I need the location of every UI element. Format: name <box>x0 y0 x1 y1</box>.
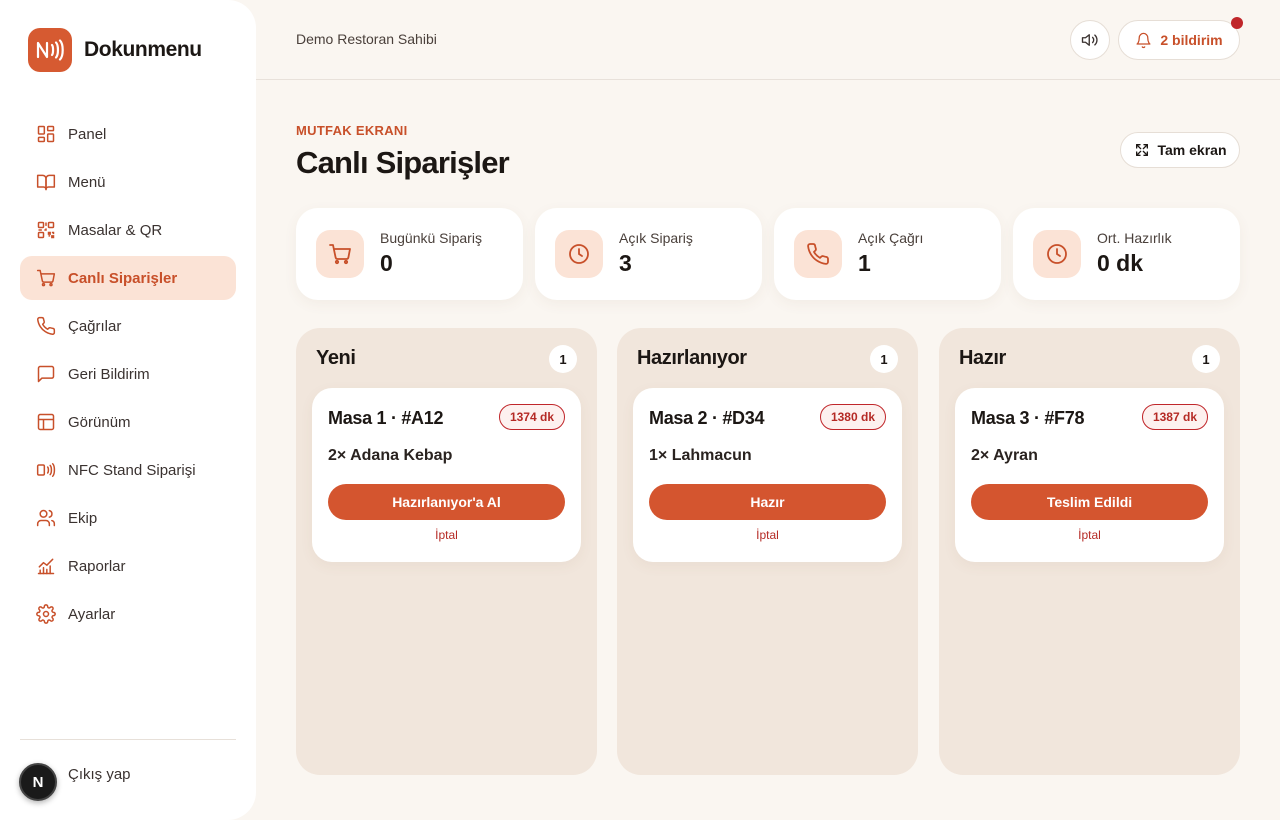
book-icon <box>36 174 56 191</box>
sidebar-item-label: Raporlar <box>68 557 126 575</box>
sidebar-divider <box>20 739 236 740</box>
sidebar-item-settings[interactable]: Ayarlar <box>20 592 236 636</box>
nfc-logo-icon <box>28 28 72 72</box>
chart-icon <box>37 558 55 575</box>
phone-icon <box>794 230 842 278</box>
message-icon <box>37 365 55 383</box>
sidebar-nav: Panel Menü Masalar & QR Canlı Siparişler… <box>20 112 236 640</box>
clock-icon <box>1033 230 1081 278</box>
order-time-badge: 1380 dk <box>819 404 886 430</box>
column-title: Hazırlanıyor <box>637 347 747 369</box>
column-title: Hazır <box>959 347 1006 369</box>
cart-icon <box>316 230 364 278</box>
stat-value: 3 <box>619 250 632 276</box>
avatar[interactable]: N <box>19 763 57 801</box>
stat-label: Açık Çağrı <box>858 230 924 246</box>
page-eyebrow: MUTFAK EKRANI <box>296 123 408 138</box>
order-time-badge: 1374 dk <box>498 404 565 430</box>
bell-icon <box>1136 32 1151 48</box>
order-time-badge: 1387 dk <box>1141 404 1208 430</box>
order-title: Masa 3 · #F78 <box>971 408 1085 428</box>
mark-ready-button[interactable]: Hazır <box>649 484 886 520</box>
brand-name: Dokunmenu <box>84 38 202 61</box>
sidebar-item-label: Görünüm <box>68 413 131 431</box>
start-preparing-button[interactable]: Hazırlanıyor'a Al <box>328 484 565 520</box>
sidebar-item-label: Ekip <box>68 509 98 527</box>
dashboard-icon <box>37 125 55 143</box>
notifications-label: 2 bildirim <box>1160 32 1223 48</box>
order-card: Masa 2 · #D34 1380 dk 1× Lahmacun Hazır … <box>633 388 902 562</box>
sidebar-item-team[interactable]: Ekip <box>20 496 236 540</box>
sidebar-item-label: Ayarlar <box>68 605 116 623</box>
sidebar-item-live-orders[interactable]: Canlı Siparişler <box>20 256 236 300</box>
mark-delivered-button[interactable]: Teslim Edildi <box>971 484 1208 520</box>
sidebar-item-label: Canlı Siparişler <box>68 269 178 287</box>
notifications-button[interactable]: 2 bildirim <box>1118 20 1240 60</box>
sidebar-item-label: Geri Bildirim <box>68 365 150 383</box>
qr-icon <box>37 221 55 239</box>
fullscreen-button[interactable]: Tam ekran <box>1120 132 1240 168</box>
stat-value: 0 dk <box>1097 250 1144 276</box>
notification-dot <box>1231 17 1243 29</box>
sidebar-item-label: Menü <box>68 173 106 191</box>
column-preparing: Hazırlanıyor 1 Masa 2 · #D34 1380 dk 1× … <box>617 328 918 775</box>
order-card: Masa 3 · #F78 1387 dk 2× Ayran Teslim Ed… <box>955 388 1224 562</box>
sidebar-item-label: Panel <box>68 125 107 143</box>
sidebar-item-appearance[interactable]: Görünüm <box>20 400 236 444</box>
sidebar-item-label: Çağrılar <box>68 317 122 335</box>
order-title: Masa 1 · #A12 <box>328 408 444 428</box>
stat-card-avg-prep: Ort. Hazırlık 0 dk <box>1013 208 1240 300</box>
nfc-icon <box>36 463 56 477</box>
sidebar-item-label: NFC Stand Siparişi <box>68 461 196 479</box>
order-item: 1× Lahmacun <box>649 447 752 464</box>
order-item: 2× Adana Kebap <box>328 447 453 464</box>
speaker-icon <box>1081 34 1098 46</box>
phone-icon <box>37 316 56 335</box>
column-ready: Hazır 1 Masa 3 · #F78 1387 dk 2× Ayran T… <box>939 328 1240 775</box>
column-new: Yeni 1 Masa 1 · #A12 1374 dk 2× Adana Ke… <box>296 328 597 775</box>
header-user-name: Demo Restoran Sahibi <box>296 31 437 47</box>
layout-icon <box>37 413 55 431</box>
stat-card-today-orders: Bugünkü Sipariş 0 <box>296 208 523 300</box>
order-card: Masa 1 · #A12 1374 dk 2× Adana Kebap Haz… <box>312 388 581 562</box>
sidebar-item-panel[interactable]: Panel <box>20 112 236 156</box>
stat-value: 1 <box>858 250 871 276</box>
stat-label: Açık Sipariş <box>619 230 693 246</box>
column-count-badge: 1 <box>870 345 898 373</box>
sidebar: Dokunmenu Panel Menü Masalar & QR Canlı … <box>0 0 256 820</box>
fullscreen-label: Tam ekran <box>1157 142 1227 158</box>
stat-card-open-calls: Açık Çağrı 1 <box>774 208 1001 300</box>
order-title: Masa 2 · #D34 <box>649 408 765 428</box>
cancel-order-link[interactable]: İptal <box>955 528 1224 542</box>
stat-label: Ort. Hazırlık <box>1097 230 1172 246</box>
column-title: Yeni <box>316 347 356 369</box>
stat-card-open-orders: Açık Sipariş 3 <box>535 208 762 300</box>
page-title: Canlı Siparişler <box>296 145 510 180</box>
sidebar-item-label: Masalar & QR <box>68 221 163 239</box>
sidebar-item-nfc-stand[interactable]: NFC Stand Siparişi <box>20 448 236 492</box>
logout-label: Çıkış yap <box>68 765 131 783</box>
expand-icon <box>1135 144 1148 156</box>
users-icon <box>36 509 56 527</box>
cancel-order-link[interactable]: İptal <box>312 528 581 542</box>
cancel-order-link[interactable]: İptal <box>633 528 902 542</box>
sidebar-item-feedback[interactable]: Geri Bildirim <box>20 352 236 396</box>
sound-toggle-button[interactable] <box>1070 20 1110 60</box>
cart-icon <box>36 269 56 287</box>
column-count-badge: 1 <box>549 345 577 373</box>
sidebar-item-calls[interactable]: Çağrılar <box>20 304 236 348</box>
top-header: Demo Restoran Sahibi 2 bildirim <box>256 0 1280 80</box>
order-item: 2× Ayran <box>971 447 1038 464</box>
sidebar-item-reports[interactable]: Raporlar <box>20 544 236 588</box>
gear-icon <box>36 604 56 624</box>
sidebar-item-tables-qr[interactable]: Masalar & QR <box>20 208 236 252</box>
brand[interactable]: Dokunmenu <box>28 28 202 72</box>
stat-value: 0 <box>380 250 393 276</box>
clock-icon <box>555 230 603 278</box>
stat-label: Bugünkü Sipariş <box>380 230 482 246</box>
column-count-badge: 1 <box>1192 345 1220 373</box>
sidebar-item-menu[interactable]: Menü <box>20 160 236 204</box>
